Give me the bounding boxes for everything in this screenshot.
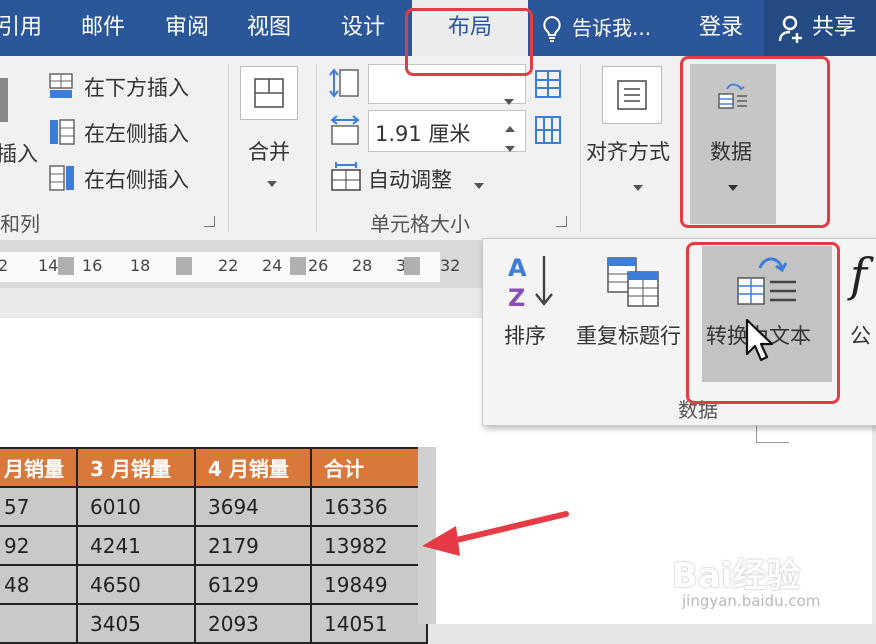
- tab-references[interactable]: 引用: [0, 0, 46, 56]
- ruler-tick: 26: [308, 256, 329, 275]
- chevron-down-icon[interactable]: [267, 172, 277, 191]
- share-button[interactable]: 共享: [764, 0, 876, 56]
- highlight-box-data-button: [680, 56, 830, 228]
- column-marker[interactable]: [176, 257, 192, 275]
- spinner-up-icon[interactable]: [505, 117, 515, 136]
- cell-size-group-label: 单元格大小: [370, 212, 470, 236]
- ruler-tick: 22: [218, 256, 239, 275]
- group-launcher-icon[interactable]: [556, 216, 567, 227]
- table-cell[interactable]: 2179: [194, 525, 312, 566]
- insert-above-icon: [0, 78, 8, 122]
- spinner-down-icon[interactable]: [505, 137, 515, 156]
- merge-button[interactable]: [240, 66, 300, 122]
- repeat-header-row-button[interactable]: 重复标题行: [576, 252, 692, 352]
- table-cell[interactable]: 4650: [76, 564, 196, 605]
- insert-left-icon: [48, 118, 76, 150]
- sort-az-icon: AZ: [506, 252, 558, 314]
- row-height-icon: [328, 66, 362, 104]
- tab-design[interactable]: 设计: [334, 0, 392, 56]
- table-row: 48 4650 6129 19849: [0, 564, 428, 605]
- rows-columns-group-label: 和列: [0, 212, 40, 236]
- highlight-box-convert-to-text: [686, 242, 840, 404]
- autofit-button[interactable]: 自动调整: [368, 164, 452, 194]
- ruler-tick: 14: [38, 256, 59, 275]
- repeat-header-label: 重复标题行: [576, 324, 681, 348]
- formula-button[interactable]: f 公: [846, 248, 876, 352]
- alignment-icon[interactable]: [602, 66, 662, 124]
- formula-fx-icon: f: [850, 248, 868, 302]
- insert-left-button[interactable]: 在左侧插入: [84, 118, 189, 148]
- table-cell[interactable]: 6129: [194, 564, 312, 605]
- svg-text:A: A: [508, 254, 527, 282]
- chevron-down-icon[interactable]: [633, 176, 643, 195]
- watermark-url: jingyan.baidu.com: [682, 592, 821, 610]
- arrow-annotation-icon: [420, 506, 570, 566]
- group-divider: [316, 64, 317, 232]
- table-header-cell[interactable]: 3 月销量: [76, 447, 196, 488]
- column-width-icon: [328, 114, 362, 152]
- tab-mailings[interactable]: 邮件: [74, 0, 132, 56]
- sort-label: 排序: [504, 324, 546, 348]
- ruler-tick: 28: [352, 256, 373, 275]
- column-marker[interactable]: [404, 257, 420, 275]
- table-cell[interactable]: 16336: [310, 486, 428, 527]
- group-launcher-icon[interactable]: [204, 216, 215, 227]
- table-header-cell[interactable]: 月销量: [0, 447, 78, 488]
- user-add-icon: [778, 14, 806, 48]
- table-header-cell[interactable]: 4 月销量: [194, 447, 312, 488]
- table-row: 92 4241 2179 13982: [0, 525, 428, 566]
- ruler-tick: 32: [440, 256, 461, 275]
- table-cell[interactable]: 19849: [310, 564, 428, 605]
- share-label: 共享: [812, 15, 857, 40]
- insert-above-label[interactable]: 插入: [0, 138, 38, 168]
- table-cell[interactable]: 4241: [76, 525, 196, 566]
- table-header-row: 月销量 3 月销量 4 月销量 合计: [0, 447, 428, 488]
- merge-icon: [240, 66, 298, 120]
- svg-text:Z: Z: [508, 284, 525, 310]
- table-cell[interactable]: 57: [0, 486, 78, 527]
- watermark-logo: Bai经验: [672, 556, 801, 596]
- chevron-down-icon[interactable]: [474, 174, 484, 193]
- table-cell[interactable]: 3694: [194, 486, 312, 527]
- tell-me-search[interactable]: 告诉我...: [572, 0, 672, 56]
- group-divider: [228, 64, 229, 232]
- lightbulb-icon: [540, 14, 564, 44]
- table-cell[interactable]: 6010: [76, 486, 196, 527]
- column-marker[interactable]: [58, 257, 74, 275]
- table-row: 57 6010 3694 16336: [0, 486, 428, 527]
- distribute-rows-icon[interactable]: [532, 68, 564, 104]
- tab-view[interactable]: 视图: [240, 0, 298, 56]
- ruler-tick: 18: [130, 256, 151, 275]
- insert-right-button[interactable]: 在右侧插入: [84, 164, 189, 194]
- sort-button[interactable]: AZ 排序: [500, 252, 562, 352]
- table-header-cell[interactable]: 合计: [310, 447, 428, 488]
- highlight-box-layout-tab: [405, 8, 533, 76]
- horizontal-ruler[interactable]: 2 14 16 18 22 24 26 28 3 32: [0, 240, 482, 288]
- chevron-down-icon[interactable]: [504, 90, 514, 109]
- group-divider: [580, 64, 581, 232]
- ruler-tick: 16: [82, 256, 103, 275]
- autofit-icon: [330, 160, 362, 196]
- insert-below-button[interactable]: 在下方插入: [84, 72, 189, 102]
- table-cell[interactable]: 92: [0, 525, 78, 566]
- formula-label: 公: [850, 324, 871, 348]
- sales-table[interactable]: 月销量 3 月销量 4 月销量 合计 57 6010 3694 16336 92…: [0, 447, 428, 644]
- merge-label: 合并: [248, 140, 290, 164]
- ruler-tick: 2: [0, 256, 9, 275]
- ruler-tick: 24: [262, 256, 283, 275]
- insert-right-icon: [48, 164, 76, 196]
- column-width-field[interactable]: 1.91 厘米: [368, 110, 526, 152]
- login-link[interactable]: 登录: [692, 0, 750, 56]
- table-cell[interactable]: 48: [0, 564, 78, 605]
- alignment-button[interactable]: 对齐方式: [586, 136, 670, 166]
- insert-below-icon: [48, 72, 76, 104]
- column-marker[interactable]: [290, 257, 306, 275]
- distribute-columns-icon[interactable]: [532, 114, 564, 150]
- repeat-header-icon: [606, 254, 662, 314]
- column-width-value: 1.91 厘米: [375, 122, 471, 146]
- table-cell[interactable]: 13982: [310, 525, 428, 566]
- tab-review[interactable]: 审阅: [158, 0, 216, 56]
